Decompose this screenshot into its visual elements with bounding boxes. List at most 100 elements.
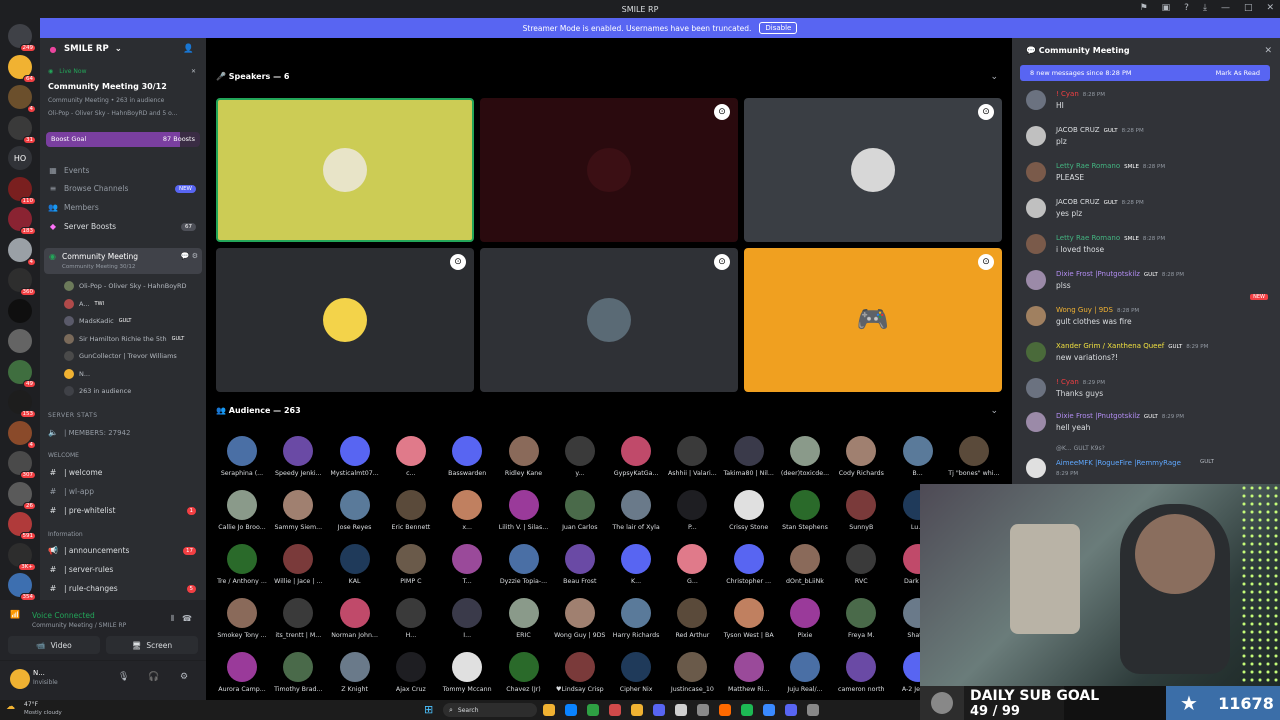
server-icon-16[interactable]: 591 xyxy=(8,512,36,540)
screen-icon[interactable]: ▣ xyxy=(1162,3,1171,13)
server-icon-18[interactable]: 354 xyxy=(8,573,36,601)
category-welcome[interactable]: WELCOME xyxy=(40,452,206,459)
windows-start-icon[interactable]: ⊞ xyxy=(424,703,433,716)
audience-member[interactable]: c... xyxy=(383,436,439,477)
audience-member[interactable]: Eric Bennett xyxy=(383,490,439,531)
voice-user[interactable]: Oli-Pop - Oliver Sky - HahnBoyRD xyxy=(64,281,187,291)
audience-member[interactable]: Timothy Brad... xyxy=(270,652,326,693)
server-icon-0[interactable]: 249 xyxy=(8,24,36,52)
mark-as-read-button[interactable]: Mark As Read xyxy=(1216,69,1260,77)
taskbar-app-icon[interactable] xyxy=(785,704,797,716)
audience-member[interactable]: Z Knight xyxy=(327,652,383,693)
avatar[interactable] xyxy=(1026,458,1046,478)
maximize-icon[interactable]: □ xyxy=(1244,3,1253,13)
server-header[interactable]: ● SMILE RP ⌄ 👤 xyxy=(40,44,206,54)
help-icon[interactable]: ? xyxy=(1184,3,1189,13)
audience-member[interactable]: Lilith V. | Silas... xyxy=(496,490,552,531)
audience-member[interactable]: ♥Lindsay Crisp xyxy=(552,652,608,693)
avatar[interactable] xyxy=(1026,198,1046,218)
audience-member[interactable]: Basswarden xyxy=(439,436,495,477)
server-icon-7[interactable]: 4 xyxy=(8,237,36,266)
weather-temp[interactable]: 47°F xyxy=(24,701,38,708)
audience-member[interactable]: Beau Frost xyxy=(552,544,608,585)
message-author[interactable]: Xander Grim / Xanthena Queef xyxy=(1056,342,1164,350)
voice-user[interactable]: A... TWI xyxy=(64,298,104,309)
audience-member[interactable]: G... xyxy=(664,544,720,585)
browse-channels-item[interactable]: ≡ Browse Channels NEW xyxy=(40,184,206,193)
audience-member[interactable]: Juan Carlos xyxy=(552,490,608,531)
taskbar-app-icon[interactable] xyxy=(697,704,709,716)
disconnect-icon[interactable]: ☎ xyxy=(182,614,192,623)
members-count-channel[interactable]: 🔈 | MEMBERS: 27942 xyxy=(40,428,206,437)
audience-member[interactable]: Ridley Kane xyxy=(496,436,552,477)
avatar[interactable] xyxy=(1026,90,1046,110)
message-author[interactable]: Letty Rae Romano xyxy=(1056,234,1120,242)
channel-wl-app[interactable]: # | wl-app xyxy=(40,487,206,496)
audience-member[interactable]: Jose Reyes xyxy=(327,490,383,531)
noise-icon[interactable]: ⫴ xyxy=(171,614,174,624)
channel-announcements[interactable]: 📢 | announcements 17 xyxy=(40,546,206,555)
category-information[interactable]: Information xyxy=(40,531,206,538)
audience-member[interactable]: ERIC xyxy=(496,598,552,639)
audience-member[interactable]: RVC xyxy=(833,544,889,585)
taskbar-app-icon[interactable] xyxy=(609,704,621,716)
taskbar-app-icon[interactable] xyxy=(653,704,665,716)
audience-member[interactable]: Justincase_10 xyxy=(664,652,720,693)
stage-channel-item[interactable]: ◉ Community Meeting Community Meeting 30… xyxy=(44,248,202,274)
audience-member[interactable]: Tyson West | BA xyxy=(721,598,777,639)
message-author[interactable]: ! Cyan xyxy=(1056,90,1079,98)
taskbar-app-icon[interactable] xyxy=(719,704,731,716)
screen-button[interactable]: 🖥 Screen xyxy=(106,636,198,654)
avatar[interactable] xyxy=(1026,378,1046,398)
voice-user[interactable]: Sir Hamilton Richie the 5th GULT xyxy=(64,333,184,344)
disable-button[interactable]: Disable xyxy=(759,22,798,34)
chat-settings-icon[interactable]: 💬 ⚙ xyxy=(181,252,198,260)
ping-icon[interactable]: ⊙ xyxy=(978,104,994,120)
category-server-stats[interactable]: SERVER STATS xyxy=(40,412,206,419)
audience-member[interactable]: I... xyxy=(439,598,495,639)
add-member-icon[interactable]: 👤 xyxy=(183,44,194,54)
inbox-icon[interactable]: ⚑ xyxy=(1140,3,1148,13)
avatar[interactable] xyxy=(1026,162,1046,182)
server-icon-15[interactable]: 26 xyxy=(8,481,36,510)
speaker-tile[interactable]: ⊙ xyxy=(216,248,474,392)
audience-member[interactable]: Takima80 | Nil... xyxy=(721,436,777,477)
audience-member[interactable]: Pixie xyxy=(777,598,833,639)
voice-user[interactable]: MadsKadic GULT xyxy=(64,316,131,326)
channel-rule-changes[interactable]: # | rule-changes 5 xyxy=(40,584,206,593)
audience-member[interactable]: Red Arthur xyxy=(664,598,720,639)
avatar[interactable] xyxy=(1026,412,1046,432)
taskbar-app-icon[interactable] xyxy=(807,704,819,716)
speaker-tile[interactable] xyxy=(216,98,474,242)
audience-member[interactable]: Seraphina (... xyxy=(214,436,270,477)
headphones-icon[interactable]: 🎧 xyxy=(148,672,159,682)
audience-member[interactable]: H... xyxy=(383,598,439,639)
video-button[interactable]: 📹 Video xyxy=(8,636,100,654)
message-author[interactable]: AimeeMFK |RogueFire |RemmyRage xyxy=(1056,459,1181,467)
taskbar-app-icon[interactable] xyxy=(763,704,775,716)
chevron-down-icon[interactable]: ⌄ xyxy=(990,406,998,416)
server-icon-6[interactable]: 183 xyxy=(8,207,36,235)
audience-member[interactable]: Smokey Tony ... xyxy=(214,598,270,639)
audience-member[interactable]: dOnt_bLiiNk xyxy=(777,544,833,585)
avatar[interactable] xyxy=(1026,342,1046,362)
audience-member[interactable]: Wong Guy | 9DS xyxy=(552,598,608,639)
new-messages-bar[interactable]: 8 new messages since 8:28 PM Mark As Rea… xyxy=(1020,65,1270,81)
server-icon-4[interactable]: HO xyxy=(8,146,32,170)
taskbar-app-icon[interactable] xyxy=(565,704,577,716)
voice-user[interactable]: N... xyxy=(64,368,90,379)
speaker-tile[interactable]: ⊙ xyxy=(744,98,1002,242)
speaker-tile[interactable]: ⊙ xyxy=(480,98,738,242)
chevron-down-icon[interactable]: ⌄ xyxy=(990,72,998,82)
members-item[interactable]: 👥 Members xyxy=(40,203,206,212)
taskbar-app-icon[interactable] xyxy=(587,704,599,716)
message-author[interactable]: ! Cyan xyxy=(1056,378,1079,386)
audience-member[interactable]: Norman John... xyxy=(327,598,383,639)
audience-member[interactable]: Cipher Nix xyxy=(608,652,664,693)
audience-member[interactable]: Freya M. xyxy=(833,598,889,639)
channel-welcome[interactable]: # | welcome xyxy=(40,468,206,477)
voice-channel[interactable]: Community Meeting / SMILE RP xyxy=(32,622,126,629)
avatar[interactable] xyxy=(10,669,30,689)
taskbar-app-icon[interactable] xyxy=(741,704,753,716)
message-author[interactable]: Letty Rae Romano xyxy=(1056,162,1120,170)
